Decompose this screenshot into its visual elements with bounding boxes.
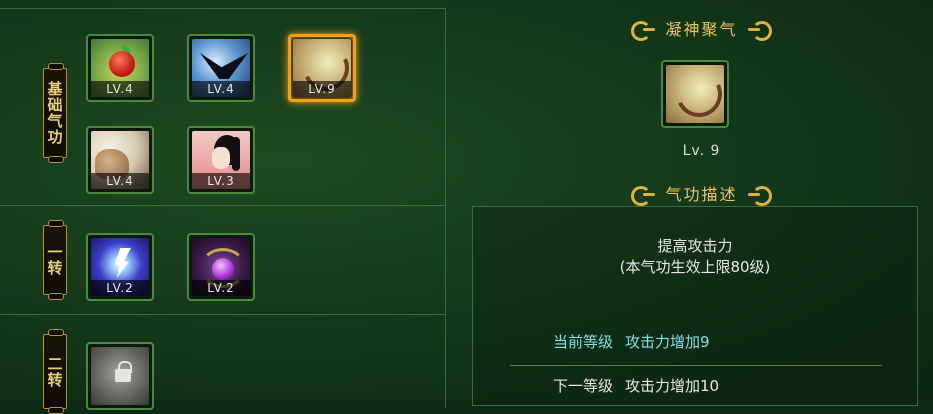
skill-level: LV.9: [293, 81, 351, 97]
skill-level: LV.3: [192, 173, 250, 189]
skill-slot[interactable]: LV.2: [86, 233, 154, 301]
bow-icon: LV.9: [293, 39, 351, 97]
skill-slot[interactable]: LV.2: [187, 233, 255, 301]
gold-swirl-icon: [748, 185, 776, 201]
qigong-skill-window: 基础气功 LV.4 LV.4 LV.9 LV.4 LV.3 一转 LV.2 LV…: [0, 0, 933, 414]
skill-level: LV.4: [91, 81, 149, 97]
skill-level: LV.2: [192, 280, 250, 296]
fruit-icon: LV.4: [91, 39, 149, 97]
skill-slot[interactable]: LV.4: [86, 34, 154, 102]
section-tag-first-transfer: 一转: [43, 220, 67, 300]
skill-list-panel: 基础气功 LV.4 LV.4 LV.9 LV.4 LV.3 一转 LV.2 LV…: [0, 8, 446, 414]
next-level-value: 攻击力增加10: [625, 377, 720, 395]
skill-slot[interactable]: LV.4: [86, 126, 154, 194]
section-label: 一转: [45, 244, 64, 276]
section-label: 基础气功: [45, 81, 64, 145]
row-divider: [510, 365, 882, 366]
purple-orb-icon: LV.2: [192, 238, 250, 296]
next-level-row: 下一等级 攻击力增加10: [553, 375, 719, 396]
lightning-icon: LV.2: [91, 238, 149, 296]
fist-icon: LV.4: [91, 131, 149, 189]
description-header: 气功描述: [470, 181, 933, 206]
selected-skill-slot: [661, 60, 729, 128]
section-divider: [0, 205, 446, 206]
description-title: 气功描述: [665, 185, 738, 204]
warrior-portrait-icon: LV.3: [192, 131, 250, 189]
next-level-label: 下一等级: [553, 377, 614, 395]
gold-swirl-icon: [627, 20, 656, 41]
skill-level: LV.2: [91, 280, 149, 296]
section-divider: [0, 314, 446, 315]
current-level-label: 当前等级: [553, 333, 614, 351]
section-tag-basic: 基础气功: [43, 63, 67, 163]
skill-title-header: 凝神聚气: [470, 16, 933, 41]
gold-swirl-icon: [627, 185, 656, 206]
skill-level: LV.4: [91, 173, 149, 189]
bow-icon: [666, 65, 724, 123]
skill-slot[interactable]: LV.3: [187, 126, 255, 194]
section-label: 二转: [45, 355, 64, 388]
description-main: 提高攻击力: [657, 237, 733, 255]
gold-swirl-icon: [748, 20, 776, 36]
description-box: 提高攻击力 (本气功生效上限80级) 当前等级 攻击力增加9 下一等级 攻击力增加1…: [472, 206, 918, 406]
locked-skill-icon: [91, 347, 149, 405]
skill-detail-panel: 凝神聚气 Lv. 9 气功描述 提高攻击力 (本气功生效上限80级) 当前等级攻…: [470, 0, 933, 406]
description-note: (本气功生效上限80级): [619, 258, 771, 276]
current-level-row: 当前等级 攻击力增加9: [553, 331, 710, 352]
skill-title: 凝神聚气: [665, 20, 738, 39]
skill-slot-selected[interactable]: LV.9: [288, 34, 356, 102]
lock-icon: [115, 361, 132, 382]
bird-wing-icon: LV.4: [192, 39, 250, 97]
skill-slot[interactable]: LV.4: [187, 34, 255, 102]
section-tag-second-transfer: 二转: [43, 329, 67, 414]
current-level-value: 攻击力增加9: [625, 333, 710, 351]
skill-level: LV.4: [192, 81, 250, 97]
selected-skill-level: Lv. 9: [682, 143, 721, 159]
